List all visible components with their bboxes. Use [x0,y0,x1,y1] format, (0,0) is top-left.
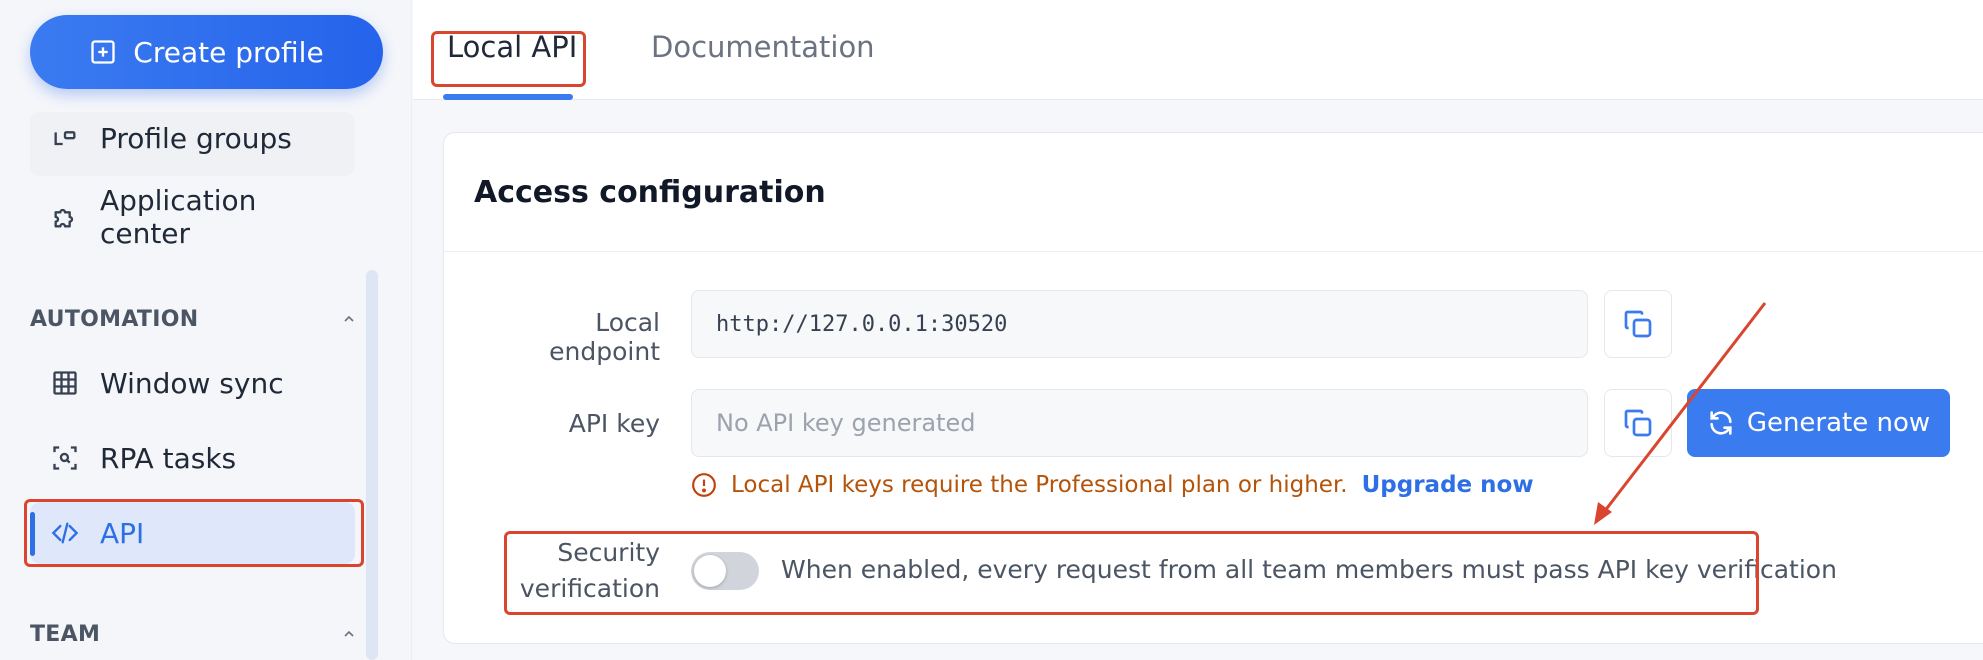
sidebar-item-window-sync[interactable]: Window sync [30,352,355,414]
copy-api-key-button[interactable] [1604,389,1672,457]
sidebar: Create profile Profile groups Applicatio… [0,0,412,660]
tab-bar: Local API Documentation [413,0,1983,100]
profile-groups-icon [50,129,80,159]
sidebar-item-rpa-tasks[interactable]: RPA tasks [30,427,355,489]
refresh-icon [1710,411,1732,435]
sidebar-item-api[interactable]: API [30,502,355,564]
create-profile-label: Create profile [133,35,324,69]
endpoint-field[interactable]: http://127.0.0.1:30520 [691,290,1588,358]
chevron-up-icon[interactable] [338,308,360,330]
sidebar-item-label: Profile groups [100,121,292,155]
create-profile-button[interactable]: Create profile [30,15,383,89]
section-automation: AUTOMATION [30,307,199,332]
warning-circle-icon [692,473,716,497]
sidebar-scrollbar[interactable] [366,270,378,660]
card-header: Access configuration [444,133,1983,252]
api-key-field[interactable] [691,389,1588,457]
toggle-knob [694,555,726,587]
warning-text: Local API keys require the Professional … [731,472,1348,498]
chevron-up-icon[interactable] [338,623,360,645]
access-configuration-card: Access configuration Local endpoint http… [443,132,1983,644]
upgrade-now-link[interactable]: Upgrade now [1362,472,1534,498]
section-team: TEAM [30,622,101,647]
copy-icon [1624,409,1652,437]
generate-now-button[interactable]: Generate now [1687,389,1950,457]
copy-icon [1624,310,1652,338]
endpoint-value: http://127.0.0.1:30520 [716,311,1008,337]
sidebar-item-profile-groups[interactable]: Profile groups [30,112,355,176]
copy-endpoint-button[interactable] [1604,290,1672,358]
security-label-line1: Security [557,538,660,567]
sidebar-item-label: Window sync [100,366,284,400]
plan-warning: Local API keys require the Professional … [691,469,1534,501]
generate-now-label: Generate now [1746,408,1931,438]
security-verification-toggle[interactable] [691,552,759,590]
card-title: Access configuration [474,175,826,210]
endpoint-label: Local endpoint [549,308,660,366]
plus-square-icon [91,40,115,64]
tab-documentation[interactable]: Documentation [651,30,875,64]
api-key-input[interactable] [716,409,1587,437]
active-indicator [30,512,35,556]
tab-local-api[interactable]: Local API [447,30,577,64]
sidebar-item-label: API [100,516,145,550]
code-icon [50,518,80,548]
sidebar-item-label: Application center [99,184,257,250]
security-verification-description: When enabled, every request from all tea… [781,555,1837,584]
puzzle-icon [50,202,80,232]
active-tab-underline [443,94,573,100]
security-verification-label: Security verification [484,535,660,607]
main-content: Local API Documentation Access configura… [413,0,1983,660]
sidebar-item-label: RPA tasks [100,441,237,475]
api-key-label: API key [568,409,660,438]
scan-icon [50,443,80,473]
sidebar-item-application-center[interactable]: Application center [30,184,355,250]
security-label-line2: verification [519,574,660,603]
grid-icon [50,368,80,398]
